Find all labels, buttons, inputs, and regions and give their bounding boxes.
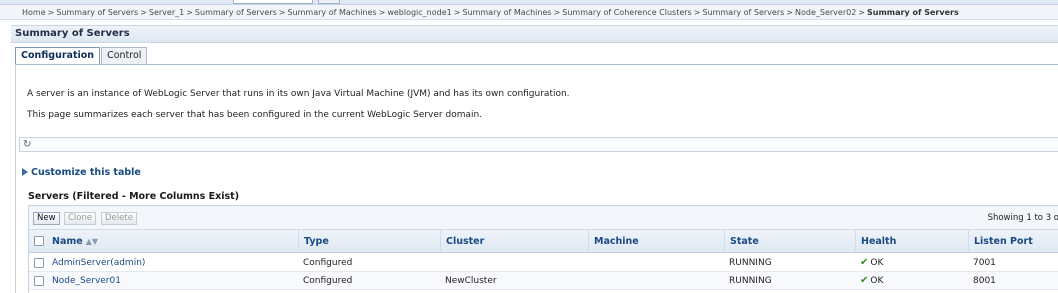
server-machine xyxy=(588,272,593,290)
select-all-checkbox[interactable] xyxy=(34,236,44,246)
breadcrumb-link[interactable]: Summary of Servers xyxy=(195,8,277,17)
server-state: RUNNING xyxy=(729,276,772,286)
customize-table-label: Customize this table xyxy=(31,167,141,178)
column-header-listen-port[interactable]: Listen Port xyxy=(968,230,1058,253)
breadcrumb-separator: > xyxy=(378,8,386,17)
breadcrumb-separator: > xyxy=(553,8,561,17)
description-text: This page summarizes each server that ha… xyxy=(27,110,483,120)
column-header-name[interactable]: Name ▲▼ xyxy=(47,230,302,253)
table-title: Servers (Filtered - More Columns Exist) xyxy=(28,191,240,202)
pagination-status: Showing 1 to 3 o xyxy=(987,213,1058,223)
breadcrumb-separator: > xyxy=(453,8,461,17)
breadcrumb-link[interactable]: Summary of Coherence Clusters xyxy=(562,8,691,17)
search-button-stub[interactable] xyxy=(318,0,340,4)
delete-button[interactable]: Delete xyxy=(101,212,137,225)
breadcrumb-separator: > xyxy=(140,8,147,17)
server-health: OK xyxy=(870,258,884,268)
breadcrumb: Home > Summary of Servers > Server_1 > Summary… xyxy=(0,5,1058,20)
new-button[interactable]: New xyxy=(33,212,60,225)
tab-bar: Configuration Control xyxy=(15,47,148,65)
table-row: Node_Server01 Configured NewCluster RUNN… xyxy=(29,272,1058,290)
server-name-link[interactable]: AdminServer(admin) xyxy=(52,258,145,268)
refresh-icon[interactable]: ↻ xyxy=(23,139,31,151)
server-cluster: NewCluster xyxy=(445,276,497,286)
breadcrumb-link[interactable]: Summary of Machines xyxy=(462,8,551,17)
servers-table: New Clone Delete Showing 1 to 3 o Name ▲▼… xyxy=(28,205,1058,293)
tab-configuration[interactable]: Configuration xyxy=(15,47,101,65)
breadcrumb-link[interactable]: Server_1 xyxy=(149,8,184,17)
refresh-bar: ↻ xyxy=(19,137,1058,152)
server-cluster xyxy=(440,254,445,272)
breadcrumb-link[interactable]: Summary of Servers xyxy=(56,8,138,17)
table-row: AdminServer(admin) Configured RUNNING ✔ O… xyxy=(29,254,1058,272)
column-header-state[interactable]: State xyxy=(724,230,855,253)
server-health: OK xyxy=(870,276,884,286)
breadcrumb-separator: > xyxy=(786,8,793,17)
checkmark-icon: ✔ xyxy=(860,257,869,268)
search-field-stub[interactable] xyxy=(233,0,313,4)
table-header: Name ▲▼ Type Cluster Machine State Health… xyxy=(29,230,1058,253)
breadcrumb-link[interactable]: Summary of Servers xyxy=(702,8,784,17)
server-type: Configured xyxy=(303,276,353,286)
breadcrumb-link[interactable]: Summary of Machines xyxy=(287,8,376,17)
breadcrumb-link[interactable]: Node_Server02 xyxy=(795,8,856,17)
breadcrumb-separator: > xyxy=(47,8,55,17)
breadcrumb-separator: > xyxy=(186,8,193,17)
column-header-type[interactable]: Type xyxy=(298,230,440,253)
breadcrumb-separator: > xyxy=(693,8,701,17)
page-title: Summary of Servers xyxy=(11,25,1058,43)
expand-triangle-icon xyxy=(22,168,28,176)
server-listen-port: 8001 xyxy=(973,276,996,286)
description-text: A server is an instance of WebLogic Serv… xyxy=(27,89,570,99)
breadcrumb-link[interactable]: Home xyxy=(22,8,46,17)
column-header-health[interactable]: Health xyxy=(855,230,968,253)
clone-button[interactable]: Clone xyxy=(64,212,97,225)
server-listen-port: 7001 xyxy=(973,258,996,268)
server-state: RUNNING xyxy=(729,258,772,268)
checkmark-icon: ✔ xyxy=(860,275,869,286)
breadcrumb-current: Summary of Servers xyxy=(867,8,959,17)
sort-icon[interactable]: ▲▼ xyxy=(86,230,98,253)
column-header-cluster[interactable]: Cluster xyxy=(440,230,588,253)
server-name-link[interactable]: Node_Server01 xyxy=(52,276,121,286)
row-checkbox[interactable] xyxy=(34,276,44,286)
server-type: Configured xyxy=(303,258,353,268)
breadcrumb-link[interactable]: weblogic_node1 xyxy=(387,8,451,17)
breadcrumb-separator: > xyxy=(858,8,865,17)
server-machine xyxy=(588,254,593,272)
customize-table-toggle[interactable]: Customize this table xyxy=(22,167,141,178)
column-header-machine[interactable]: Machine xyxy=(588,230,724,253)
tab-control[interactable]: Control xyxy=(101,47,148,65)
column-header-label: Name xyxy=(52,236,83,247)
row-checkbox[interactable] xyxy=(34,258,44,268)
table-toolbar: New Clone Delete Showing 1 to 3 o xyxy=(29,206,1058,230)
breadcrumb-separator: > xyxy=(278,8,286,17)
